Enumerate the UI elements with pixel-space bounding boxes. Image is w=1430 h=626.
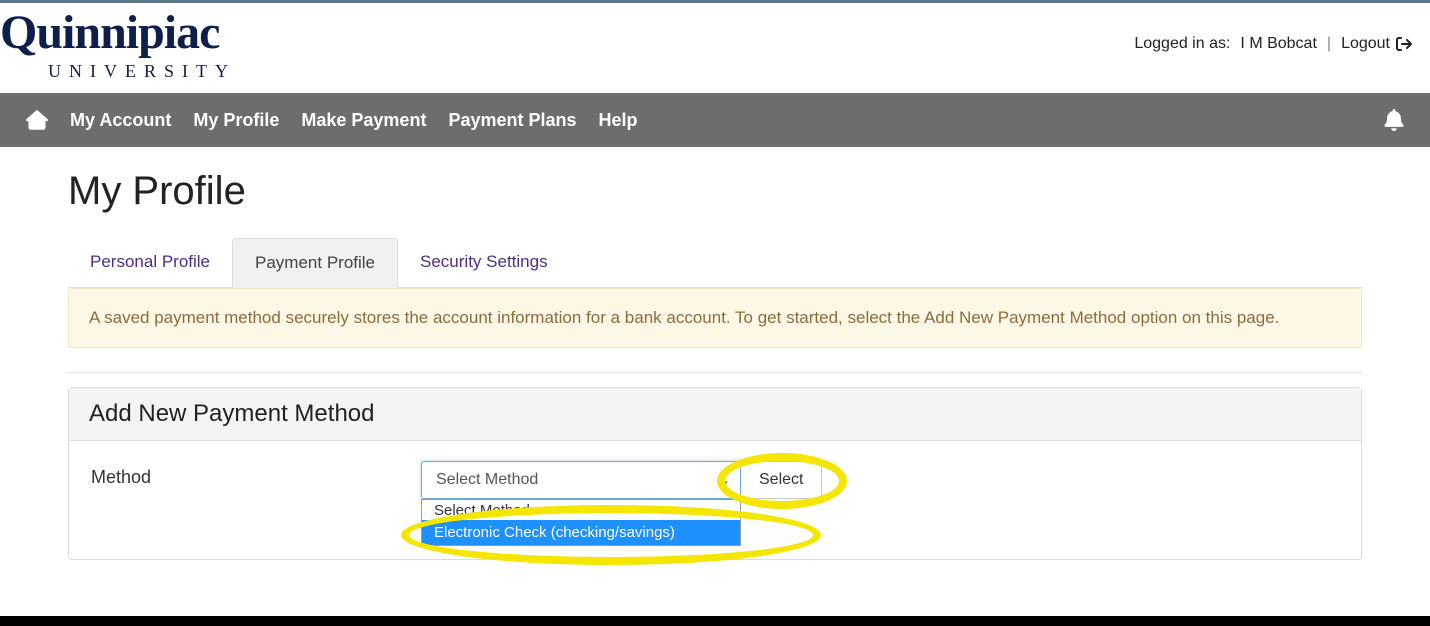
nav-my-profile[interactable]: My Profile (193, 110, 279, 131)
page-header: Quinnipiac UNIVERSITY Logged in as: I M … (0, 3, 1430, 93)
info-banner: A saved payment method securely stores t… (68, 288, 1362, 348)
dropdown-option-electronic-check[interactable]: Electronic Check (checking/savings) (422, 520, 740, 545)
method-select-value: Select Method (436, 471, 538, 489)
add-payment-method-panel: Add New Payment Method Method Select Met… (68, 387, 1362, 560)
tab-payment-profile[interactable]: Payment Profile (232, 238, 398, 288)
chevron-down-icon: ⌄ (720, 473, 730, 487)
divider: | (1327, 35, 1331, 53)
profile-tabs: Personal Profile Payment Profile Securit… (68, 238, 1362, 288)
home-icon[interactable] (26, 109, 48, 131)
nav-help[interactable]: Help (599, 110, 638, 131)
select-button[interactable]: Select (741, 461, 822, 499)
page-title: My Profile (68, 169, 1362, 214)
nav-my-account[interactable]: My Account (70, 110, 171, 131)
nav-make-payment[interactable]: Make Payment (301, 110, 426, 131)
bell-icon[interactable] (1384, 109, 1404, 131)
method-select[interactable]: Select Method ⌄ (421, 461, 741, 499)
login-info: Logged in as: I M Bobcat | Logout (1134, 9, 1412, 53)
method-row: Method Select Method ⌄ Select Select Met… (91, 461, 1339, 499)
method-select-wrap: Select Method ⌄ Select (421, 461, 822, 499)
separator (68, 372, 1362, 373)
logout-label: Logout (1341, 35, 1390, 53)
logout-link[interactable]: Logout (1341, 35, 1412, 53)
nav-payment-plans[interactable]: Payment Plans (448, 110, 576, 131)
logo-sub-text: UNIVERSITY (0, 61, 236, 82)
tab-security-settings[interactable]: Security Settings (398, 238, 570, 287)
method-control-column: Select Method ⌄ Select Select Method Ele… (421, 461, 822, 499)
logged-in-user: I M Bobcat (1240, 35, 1316, 53)
dropdown-option-placeholder[interactable]: Select Method (422, 500, 740, 520)
nav-right (1384, 109, 1404, 131)
main-navbar: My Account My Profile Make Payment Payme… (0, 93, 1430, 147)
content-area: My Profile Personal Profile Payment Prof… (0, 147, 1430, 560)
logo-main-text: Quinnipiac (0, 9, 236, 57)
logo-block: Quinnipiac UNIVERSITY (0, 9, 236, 82)
panel-body: Method Select Method ⌄ Select Select Met… (69, 441, 1361, 559)
panel-heading: Add New Payment Method (69, 388, 1361, 441)
logout-icon (1396, 35, 1412, 53)
tab-personal-profile[interactable]: Personal Profile (68, 238, 232, 287)
method-label: Method (91, 461, 421, 488)
logged-in-prefix: Logged in as: (1134, 35, 1230, 53)
method-dropdown: Select Method Electronic Check (checking… (421, 499, 741, 546)
